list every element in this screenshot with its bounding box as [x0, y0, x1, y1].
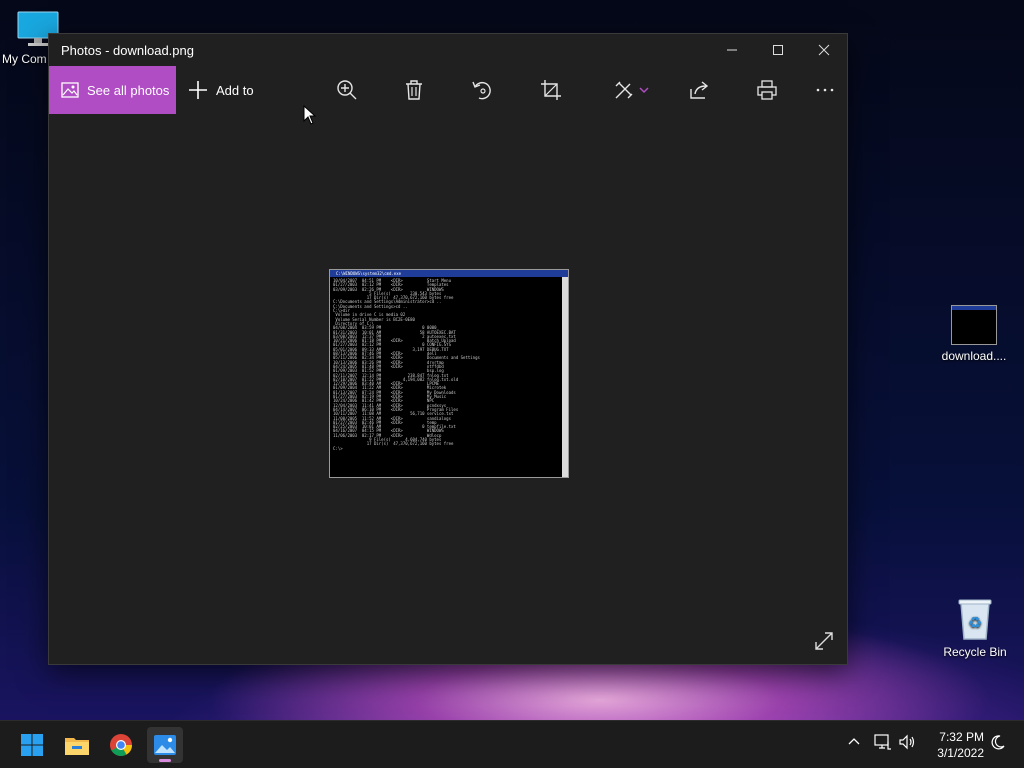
- see-all-photos-label: See all photos: [87, 82, 170, 98]
- desktop-icon-label: download....: [941, 349, 1007, 363]
- photo-viewer-image[interactable]: C:\WINDOWS\system32\cmd.exe 10/04/2007 0…: [329, 269, 569, 478]
- chrome-icon: [110, 734, 132, 756]
- cmd-line: C:\>: [333, 445, 343, 451]
- zoom-button[interactable]: [335, 78, 359, 102]
- more-options-button[interactable]: [813, 78, 837, 102]
- start-button[interactable]: [14, 727, 50, 763]
- minimize-button[interactable]: [709, 34, 755, 66]
- cmd-title-bar: C:\WINDOWS\system32\cmd.exe: [330, 270, 568, 277]
- folder-icon: [65, 738, 89, 755]
- maximize-button[interactable]: [755, 34, 801, 66]
- notifications-button[interactable]: [990, 734, 1006, 755]
- trash-icon: [406, 80, 422, 100]
- edit-button[interactable]: [611, 78, 651, 102]
- desktop-icon-label: Recycle Bin: [943, 645, 1007, 659]
- delete-button[interactable]: [402, 78, 426, 102]
- desktop-icon-download-png[interactable]: download....: [936, 305, 1012, 363]
- clock[interactable]: 7:32 PM 3/1/2022: [937, 729, 984, 761]
- photos-app-icon: [154, 735, 176, 755]
- chevron-down-icon: [639, 87, 649, 94]
- plus-icon: [189, 81, 207, 99]
- speaker-icon: [899, 734, 915, 750]
- edit-tools-icon: [615, 81, 633, 99]
- expand-icon: [815, 632, 833, 650]
- share-icon: [690, 81, 709, 99]
- desktop-icon-recycle-bin[interactable]: ♻ Recycle Bin: [937, 597, 1013, 659]
- photos-icon: [61, 82, 79, 98]
- show-hidden-icons-button[interactable]: [848, 735, 860, 753]
- chrome-button[interactable]: [103, 727, 139, 763]
- print-button[interactable]: [755, 78, 779, 102]
- photos-toolbar: See all photos Add to: [49, 66, 847, 114]
- crop-icon: [541, 80, 561, 100]
- minimize-icon: [727, 49, 737, 51]
- share-button[interactable]: [687, 78, 711, 102]
- network-icon: [874, 734, 891, 750]
- cmd-scrollbar: [562, 277, 568, 477]
- cmd-title: C:\WINDOWS\system32\cmd.exe: [336, 271, 402, 276]
- file-explorer-button[interactable]: [59, 727, 95, 763]
- close-icon: [818, 44, 830, 56]
- network-button[interactable]: [874, 734, 892, 755]
- volume-button[interactable]: [899, 734, 917, 755]
- full-screen-button[interactable]: [813, 630, 835, 652]
- chevron-up-icon: [848, 738, 860, 745]
- printer-icon: [757, 80, 777, 100]
- windows-logo-icon: [21, 734, 43, 756]
- mouse-cursor-icon: [303, 105, 317, 125]
- photos-window: Photos - download.png See all photos Add…: [48, 33, 848, 665]
- svg-text:♻: ♻: [968, 613, 982, 632]
- window-title: Photos - download.png: [61, 42, 194, 58]
- title-bar[interactable]: Photos - download.png: [49, 34, 847, 66]
- add-to-button[interactable]: Add to: [188, 80, 254, 100]
- clock-time: 7:32 PM: [939, 730, 984, 744]
- add-to-label: Add to: [216, 82, 254, 98]
- moon-icon: [991, 735, 1005, 750]
- more-icon: [816, 88, 834, 92]
- crop-button[interactable]: [539, 78, 563, 102]
- active-app-indicator: [159, 759, 171, 762]
- rotate-icon: [472, 81, 491, 100]
- see-all-photos-button[interactable]: See all photos: [49, 66, 176, 114]
- clock-date: 3/1/2022: [937, 746, 984, 760]
- close-button[interactable]: [801, 34, 847, 66]
- maximize-icon: [773, 45, 783, 55]
- photos-app-button[interactable]: [147, 727, 183, 763]
- rotate-button[interactable]: [470, 78, 494, 102]
- cmd-output: 10/04/2007 04:51 PM <DIR> Start Menu 01/2…: [330, 277, 568, 451]
- recycle-bin-icon: ♻: [955, 597, 995, 641]
- taskbar: 7:32 PM 3/1/2022: [0, 720, 1024, 768]
- image-file-icon: [951, 305, 997, 345]
- zoom-in-icon: [337, 80, 357, 100]
